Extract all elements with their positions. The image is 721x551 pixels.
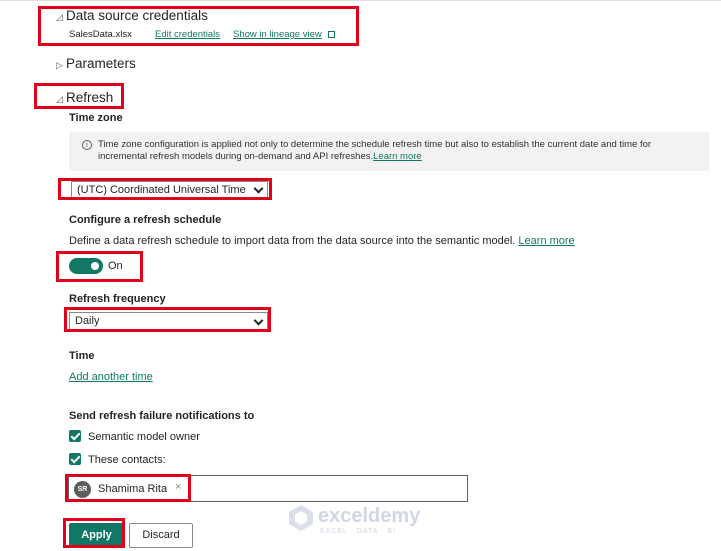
refresh-schedule-toggle[interactable] [69, 258, 103, 274]
remove-contact-icon[interactable]: × [175, 481, 181, 493]
frequency-value: Daily [75, 315, 100, 327]
parameters-title: Parameters [66, 56, 136, 71]
exceldemy-watermark: exceldemy EXCEL · DATA · BI [288, 502, 438, 542]
time-zone-info-text: Time zone configuration is applied not o… [98, 139, 698, 163]
refresh-header[interactable]: ◿ Refresh [56, 90, 113, 105]
owner-checkbox-label: Semantic model owner [88, 431, 200, 443]
top-divider [0, 0, 721, 1]
schedule-description: Define a data refresh schedule to import… [69, 235, 575, 247]
expand-caret-icon: ▷ [56, 60, 63, 70]
time-zone-label: Time zone [69, 112, 123, 124]
toggle-knob [91, 262, 99, 270]
frequency-label: Refresh frequency [69, 293, 166, 305]
contacts-checkbox-label: These contacts: [88, 454, 166, 466]
schedule-label: Configure a refresh schedule [69, 214, 222, 226]
frequency-select[interactable]: Daily [69, 312, 268, 331]
info-learn-more-link[interactable]: Learn more [373, 151, 422, 162]
chevron-down-icon [253, 315, 264, 326]
apply-button[interactable]: Apply [69, 523, 124, 548]
watermark-sub: EXCEL · DATA · BI [320, 528, 396, 535]
credentials-title: Data source credentials [66, 8, 208, 23]
collapse-caret-icon: ◿ [56, 12, 63, 22]
refresh-title: Refresh [66, 90, 114, 105]
time-zone-value: (UTC) Coordinated Universal Time [77, 184, 246, 196]
credentials-filename: SalesData.xlsx [69, 29, 132, 40]
schedule-desc-text: Define a data refresh schedule to import… [69, 235, 516, 247]
toggle-state-label: On [108, 260, 123, 272]
info-icon: i [82, 140, 92, 150]
notifications-label: Send refresh failure notifications to [69, 410, 255, 422]
time-zone-select[interactable]: (UTC) Coordinated Universal Time [71, 181, 268, 199]
time-label: Time [69, 350, 95, 362]
credentials-header[interactable]: ◿ Data source credentials [56, 8, 208, 23]
exceldemy-logo-icon [289, 505, 313, 531]
collapse-caret-icon: ◿ [56, 94, 63, 104]
show-lineage-link[interactable]: Show in lineage view [233, 29, 322, 40]
contact-name: Shamima Rita [98, 483, 168, 495]
contacts-checkbox[interactable] [69, 453, 81, 465]
lineage-link-wrapper[interactable]: Show in lineage view [233, 29, 336, 40]
add-another-time-link[interactable]: Add another time [69, 371, 153, 383]
edit-credentials-link[interactable]: Edit credentials [155, 29, 220, 40]
chevron-down-icon [253, 183, 264, 194]
schedule-learn-more-link[interactable]: Learn more [518, 235, 574, 247]
parameters-header[interactable]: ▷ Parameters [56, 56, 136, 71]
watermark-name: exceldemy [318, 505, 421, 527]
discard-button[interactable]: Discard [129, 523, 193, 548]
external-link-icon [328, 30, 336, 38]
owner-checkbox[interactable] [69, 430, 81, 442]
avatar: SR [74, 481, 91, 498]
